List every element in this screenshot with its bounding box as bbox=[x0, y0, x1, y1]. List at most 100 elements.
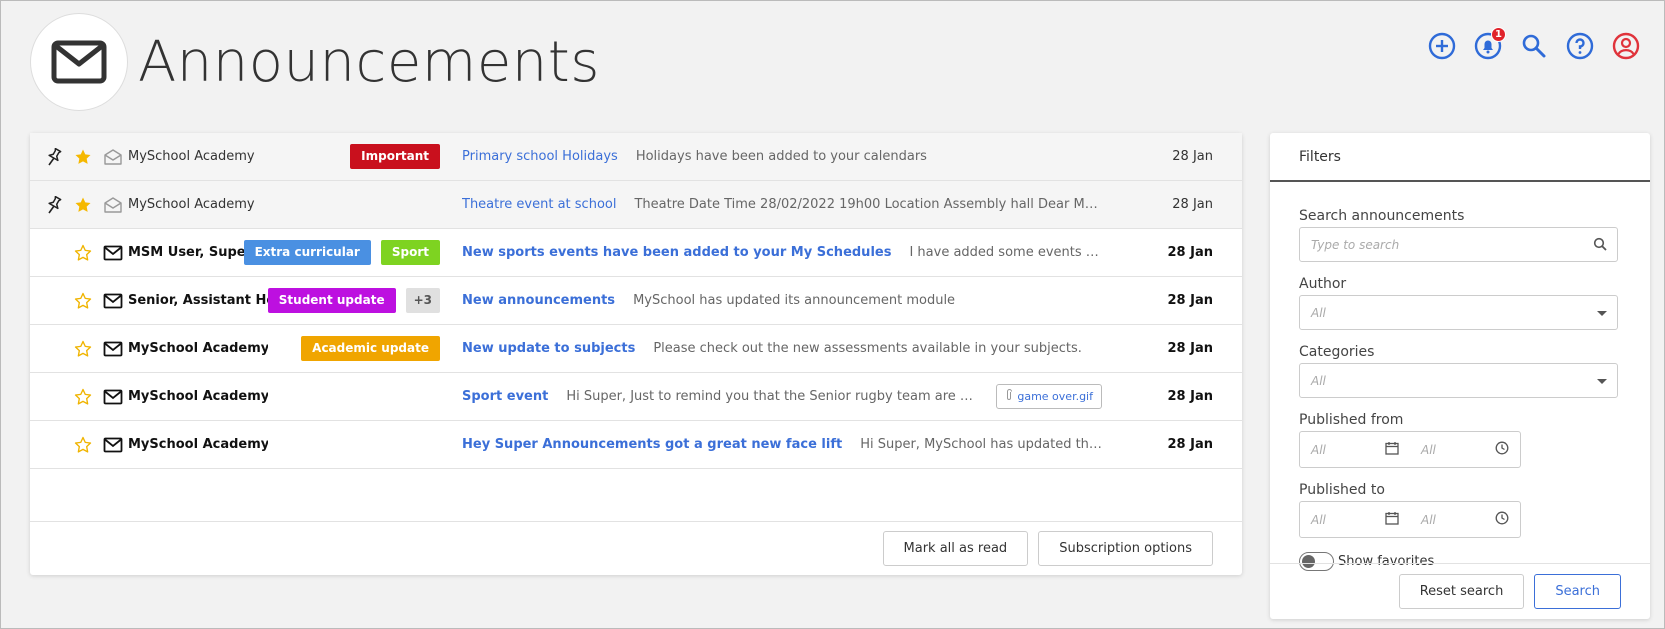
pin-icon[interactable] bbox=[44, 195, 64, 215]
announcement-date: 28 Jan bbox=[1172, 197, 1213, 212]
envelope-logo-icon bbox=[30, 13, 128, 111]
search-button[interactable]: Search bbox=[1534, 574, 1621, 609]
chevron-down-icon bbox=[1597, 379, 1607, 384]
announcement-row[interactable]: MSM User, Super Extra curricular Sport New … bbox=[30, 229, 1242, 277]
help-icon[interactable] bbox=[1566, 32, 1594, 60]
subscription-options-button[interactable]: Subscription options bbox=[1038, 531, 1213, 566]
announcement-subject-link[interactable]: Hey Super Announcements got a great new … bbox=[462, 437, 842, 452]
search-label: Search announcements bbox=[1299, 208, 1465, 224]
reset-search-button[interactable]: Reset search bbox=[1398, 574, 1525, 609]
announcement-row[interactable]: MySchool Academy Theatre event at school T… bbox=[30, 181, 1242, 229]
announcement-date: 28 Jan bbox=[1167, 389, 1213, 404]
announcement-author: MySchool Academy bbox=[128, 149, 255, 164]
star-icon[interactable] bbox=[72, 292, 94, 310]
bell-icon[interactable]: 1 bbox=[1474, 27, 1506, 60]
announcement-list: MySchool Academy Important Primary school … bbox=[30, 133, 1242, 469]
list-footer: Mark all as read Subscription options bbox=[30, 521, 1242, 575]
star-icon[interactable] bbox=[72, 340, 94, 358]
announcement-author: MySchool Academy bbox=[128, 197, 255, 212]
envelope-open-icon bbox=[102, 196, 124, 214]
star-icon[interactable] bbox=[72, 388, 94, 406]
announcement-date: 28 Jan bbox=[1167, 437, 1213, 452]
time-value: All bbox=[1421, 442, 1436, 457]
filters-footer: Reset search Search bbox=[1270, 563, 1650, 619]
announcement-tags: Important bbox=[350, 144, 440, 169]
announcement-subject-link[interactable]: Theatre event at school bbox=[462, 197, 616, 212]
announcement-row[interactable]: Senior, Assistant HeadStudent update +3 Ne… bbox=[30, 277, 1242, 325]
announcement-subject-link[interactable]: New update to subjects bbox=[462, 341, 635, 356]
pin-placeholder bbox=[44, 339, 64, 359]
star-icon[interactable] bbox=[72, 148, 94, 166]
pin-placeholder bbox=[44, 243, 64, 263]
announcement-author: MySchool Academy bbox=[128, 389, 268, 404]
attachment-name: game over.gif bbox=[1017, 390, 1093, 403]
date-value: All bbox=[1311, 442, 1326, 457]
category-tag: Extra curricular bbox=[243, 240, 371, 265]
envelope-icon bbox=[102, 437, 124, 453]
more-tags-badge[interactable]: +3 bbox=[405, 288, 440, 313]
pin-icon[interactable] bbox=[44, 147, 64, 167]
published-to-date[interactable]: All bbox=[1300, 511, 1410, 528]
envelope-icon bbox=[102, 341, 124, 357]
published-from-label: Published from bbox=[1299, 412, 1404, 428]
search-icon bbox=[1593, 237, 1607, 254]
pin-placeholder bbox=[44, 435, 64, 455]
published-to-time[interactable]: All bbox=[1410, 511, 1520, 528]
author-select[interactable]: All bbox=[1299, 295, 1618, 330]
calendar-icon bbox=[1385, 441, 1399, 458]
published-to-field: All All bbox=[1299, 501, 1521, 538]
pin-placeholder bbox=[44, 291, 64, 311]
date-value: All bbox=[1311, 512, 1326, 527]
announcement-subject-link[interactable]: New sports events have been added to you… bbox=[462, 245, 891, 260]
announcement-content: New sports events have been added to you… bbox=[462, 245, 1102, 260]
announcement-content: Sport event Hi Super, Just to remind you … bbox=[462, 384, 1102, 409]
announcement-tags: Student update +3 bbox=[267, 288, 440, 313]
categories-value: All bbox=[1311, 373, 1326, 388]
announcement-row[interactable]: MySchool Academy Academic update New updat… bbox=[30, 325, 1242, 373]
announcement-preview: Hi Super, Just to remind you that the Se… bbox=[566, 389, 976, 404]
announcement-date: 28 Jan bbox=[1167, 293, 1213, 308]
star-icon[interactable] bbox=[72, 244, 94, 262]
calendar-icon bbox=[1385, 511, 1399, 528]
categories-select[interactable]: All bbox=[1299, 363, 1618, 398]
announcement-tags: Extra curricular Sport bbox=[243, 240, 440, 265]
category-tag: Student update bbox=[267, 288, 396, 313]
author-label: Author bbox=[1299, 276, 1347, 292]
published-to-label: Published to bbox=[1299, 482, 1385, 498]
announcement-tags: Academic update bbox=[301, 336, 440, 361]
clock-icon bbox=[1495, 511, 1509, 528]
search-placeholder: Type to search bbox=[1311, 237, 1400, 252]
mark-all-read-button[interactable]: Mark all as read bbox=[882, 531, 1029, 566]
search-input[interactable]: Type to search bbox=[1299, 227, 1618, 262]
announcement-row[interactable]: MySchool Academy Important Primary school … bbox=[30, 133, 1242, 181]
published-from-date[interactable]: All bbox=[1300, 441, 1410, 458]
clock-icon bbox=[1495, 441, 1509, 458]
announcement-author: Senior, Assistant Head bbox=[128, 293, 268, 308]
notification-badge: 1 bbox=[1491, 27, 1506, 42]
announcement-content: Theatre event at school Theatre Date Time… bbox=[462, 197, 1102, 212]
announcement-row[interactable]: MySchool Academy Sport event Hi Super, Jus… bbox=[30, 373, 1242, 421]
search-icon[interactable] bbox=[1520, 32, 1548, 60]
star-icon[interactable] bbox=[72, 196, 94, 214]
announcement-content: Hey Super Announcements got a great new … bbox=[462, 437, 1102, 452]
author-value: All bbox=[1311, 305, 1326, 320]
announcement-preview: Holidays have been added to your calenda… bbox=[635, 149, 927, 164]
announcement-row[interactable]: MySchool Academy Hey Super Announcements … bbox=[30, 421, 1242, 469]
announcement-date: 28 Jan bbox=[1172, 149, 1213, 164]
announcement-preview: MySchool has updated its announcement mo… bbox=[633, 293, 956, 308]
attachment-chip[interactable]: game over.gif bbox=[996, 384, 1102, 409]
add-icon[interactable] bbox=[1428, 32, 1456, 60]
category-tag: Important bbox=[350, 144, 440, 169]
user-icon[interactable] bbox=[1612, 32, 1640, 60]
categories-label: Categories bbox=[1299, 344, 1375, 360]
announcement-subject-link[interactable]: Primary school Holidays bbox=[462, 149, 618, 164]
announcement-content: New update to subjects Please check out t… bbox=[462, 341, 1082, 356]
pin-placeholder bbox=[44, 387, 64, 407]
published-from-time[interactable]: All bbox=[1410, 441, 1520, 458]
star-icon[interactable] bbox=[72, 436, 94, 454]
announcement-list-panel: MySchool Academy Important Primary school … bbox=[30, 133, 1242, 575]
announcement-preview: I have added some events to your calenda… bbox=[909, 245, 1102, 260]
announcement-subject-link[interactable]: Sport event bbox=[462, 389, 548, 404]
announcement-subject-link[interactable]: New announcements bbox=[462, 293, 615, 308]
filters-title: Filters bbox=[1270, 133, 1650, 182]
